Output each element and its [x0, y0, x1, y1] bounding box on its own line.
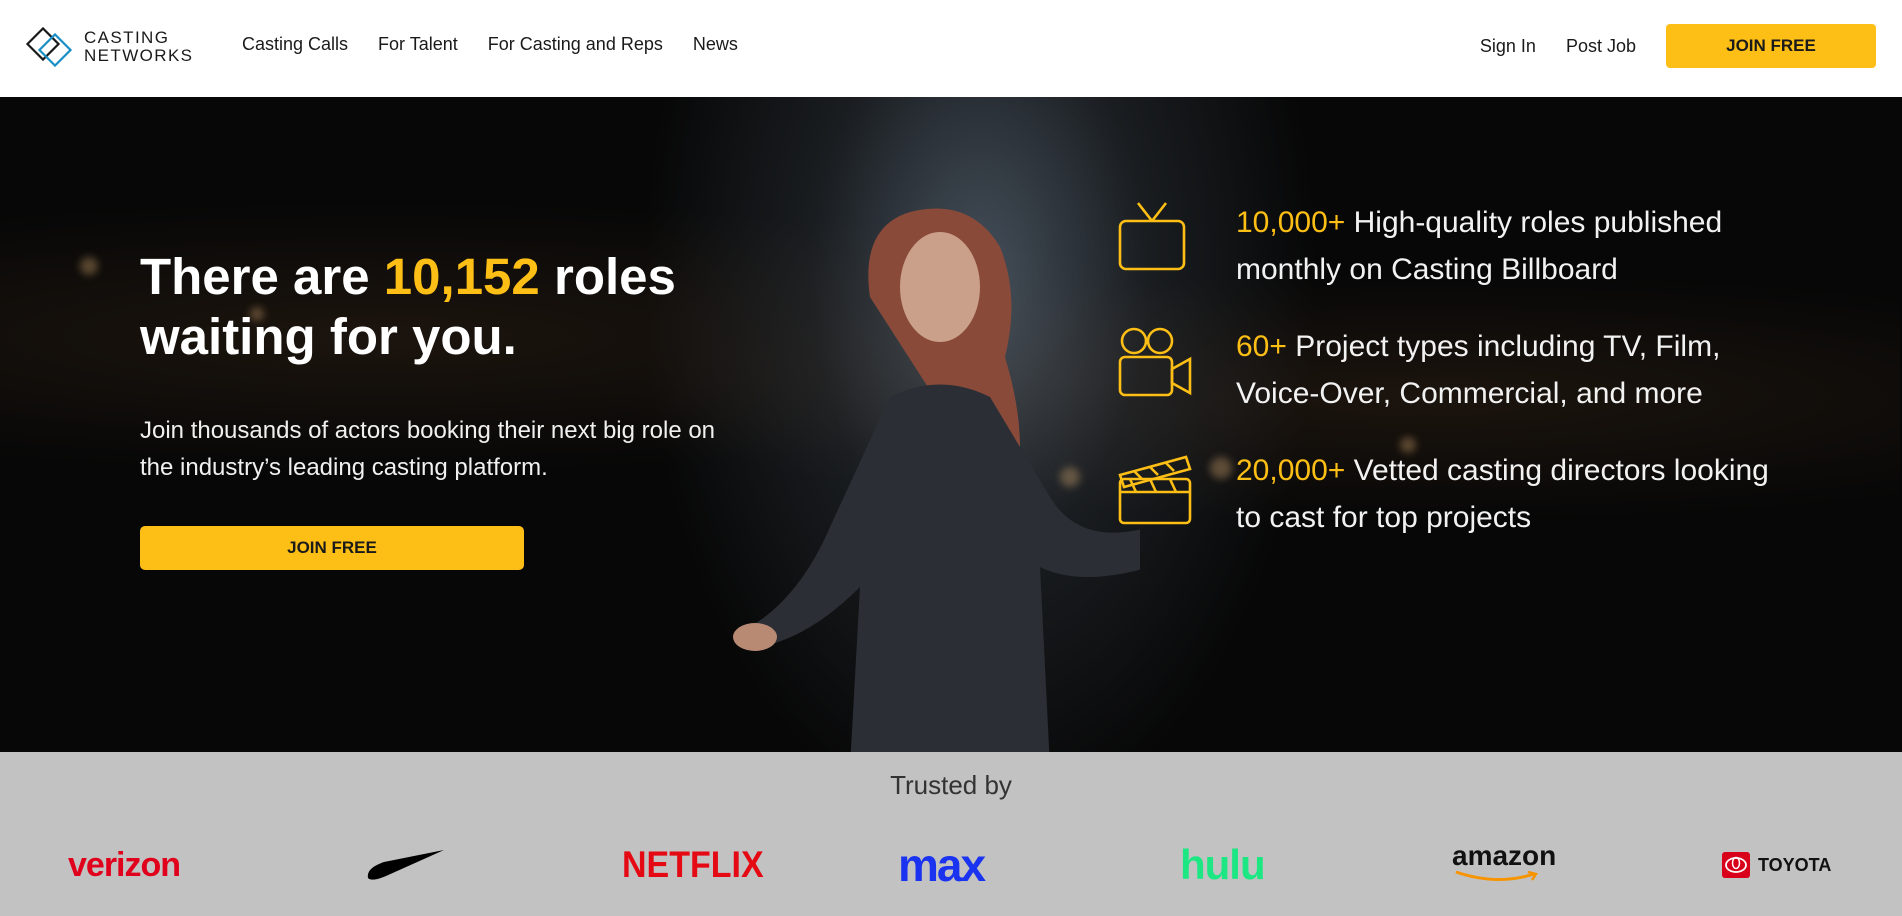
stat-project-types: 60+ Project types including TV, Film, Vo…: [1116, 323, 1796, 417]
hero-section: There are 10,152 roles waiting for you. …: [0, 97, 1902, 752]
bokeh-light: [80, 257, 98, 275]
verizon-logo: verizon: [68, 845, 181, 884]
hero-subtext: Join thousands of actors booking their n…: [140, 417, 716, 481]
site-header: CASTING NETWORKS Casting Calls For Talen…: [0, 0, 1902, 97]
sign-in-link[interactable]: Sign In: [1480, 36, 1536, 57]
stat-roles: 10,000+ High-quality roles published mon…: [1116, 199, 1796, 293]
nike-logo: [366, 842, 446, 888]
amazon-smile-icon: [1455, 870, 1539, 882]
main-nav: Casting Calls For Talent For Casting and…: [242, 34, 738, 55]
amazon-logo: amazon: [1452, 842, 1556, 888]
toyota-emblem-icon: [1722, 852, 1750, 878]
nav-for-talent[interactable]: For Talent: [378, 34, 458, 55]
clapperboard-icon: [1118, 455, 1192, 525]
casting-networks-logo[interactable]: CASTING NETWORKS: [24, 26, 193, 68]
netflix-logo: NETFLIX: [622, 843, 764, 886]
hero-headline: There are 10,152 roles waiting for you.: [140, 248, 676, 365]
toyota-logo: TOYOTA: [1722, 842, 1831, 888]
nav-news[interactable]: News: [693, 34, 738, 55]
roles-count: 10,152: [383, 248, 540, 305]
logo-text: CASTING NETWORKS: [84, 28, 194, 65]
nav-for-casting-and-reps[interactable]: For Casting and Reps: [488, 34, 663, 55]
max-logo: max: [898, 839, 986, 891]
video-camera-icon: [1118, 327, 1192, 397]
stat-casting-directors: 20,000+ Vetted casting directors looking…: [1116, 447, 1796, 541]
tv-icon: [1118, 202, 1186, 271]
trusted-by-title: Trusted by: [890, 770, 1012, 800]
nav-casting-calls[interactable]: Casting Calls: [242, 34, 348, 55]
performer-photo: [733, 208, 1140, 752]
trusted-by-section: Trusted by verizon NETFLIX max hulu amaz…: [0, 752, 1902, 916]
logo-diamond-icon: [25, 26, 73, 68]
join-free-header-button[interactable]: JOIN FREE: [1666, 24, 1876, 68]
nike-swoosh-icon: [367, 850, 444, 880]
hulu-logo: hulu: [1180, 841, 1266, 888]
account-nav: Sign In Post Job JOIN FREE: [1480, 24, 1902, 68]
join-free-hero-button[interactable]: JOIN FREE: [140, 526, 524, 570]
post-job-link[interactable]: Post Job: [1566, 36, 1636, 57]
